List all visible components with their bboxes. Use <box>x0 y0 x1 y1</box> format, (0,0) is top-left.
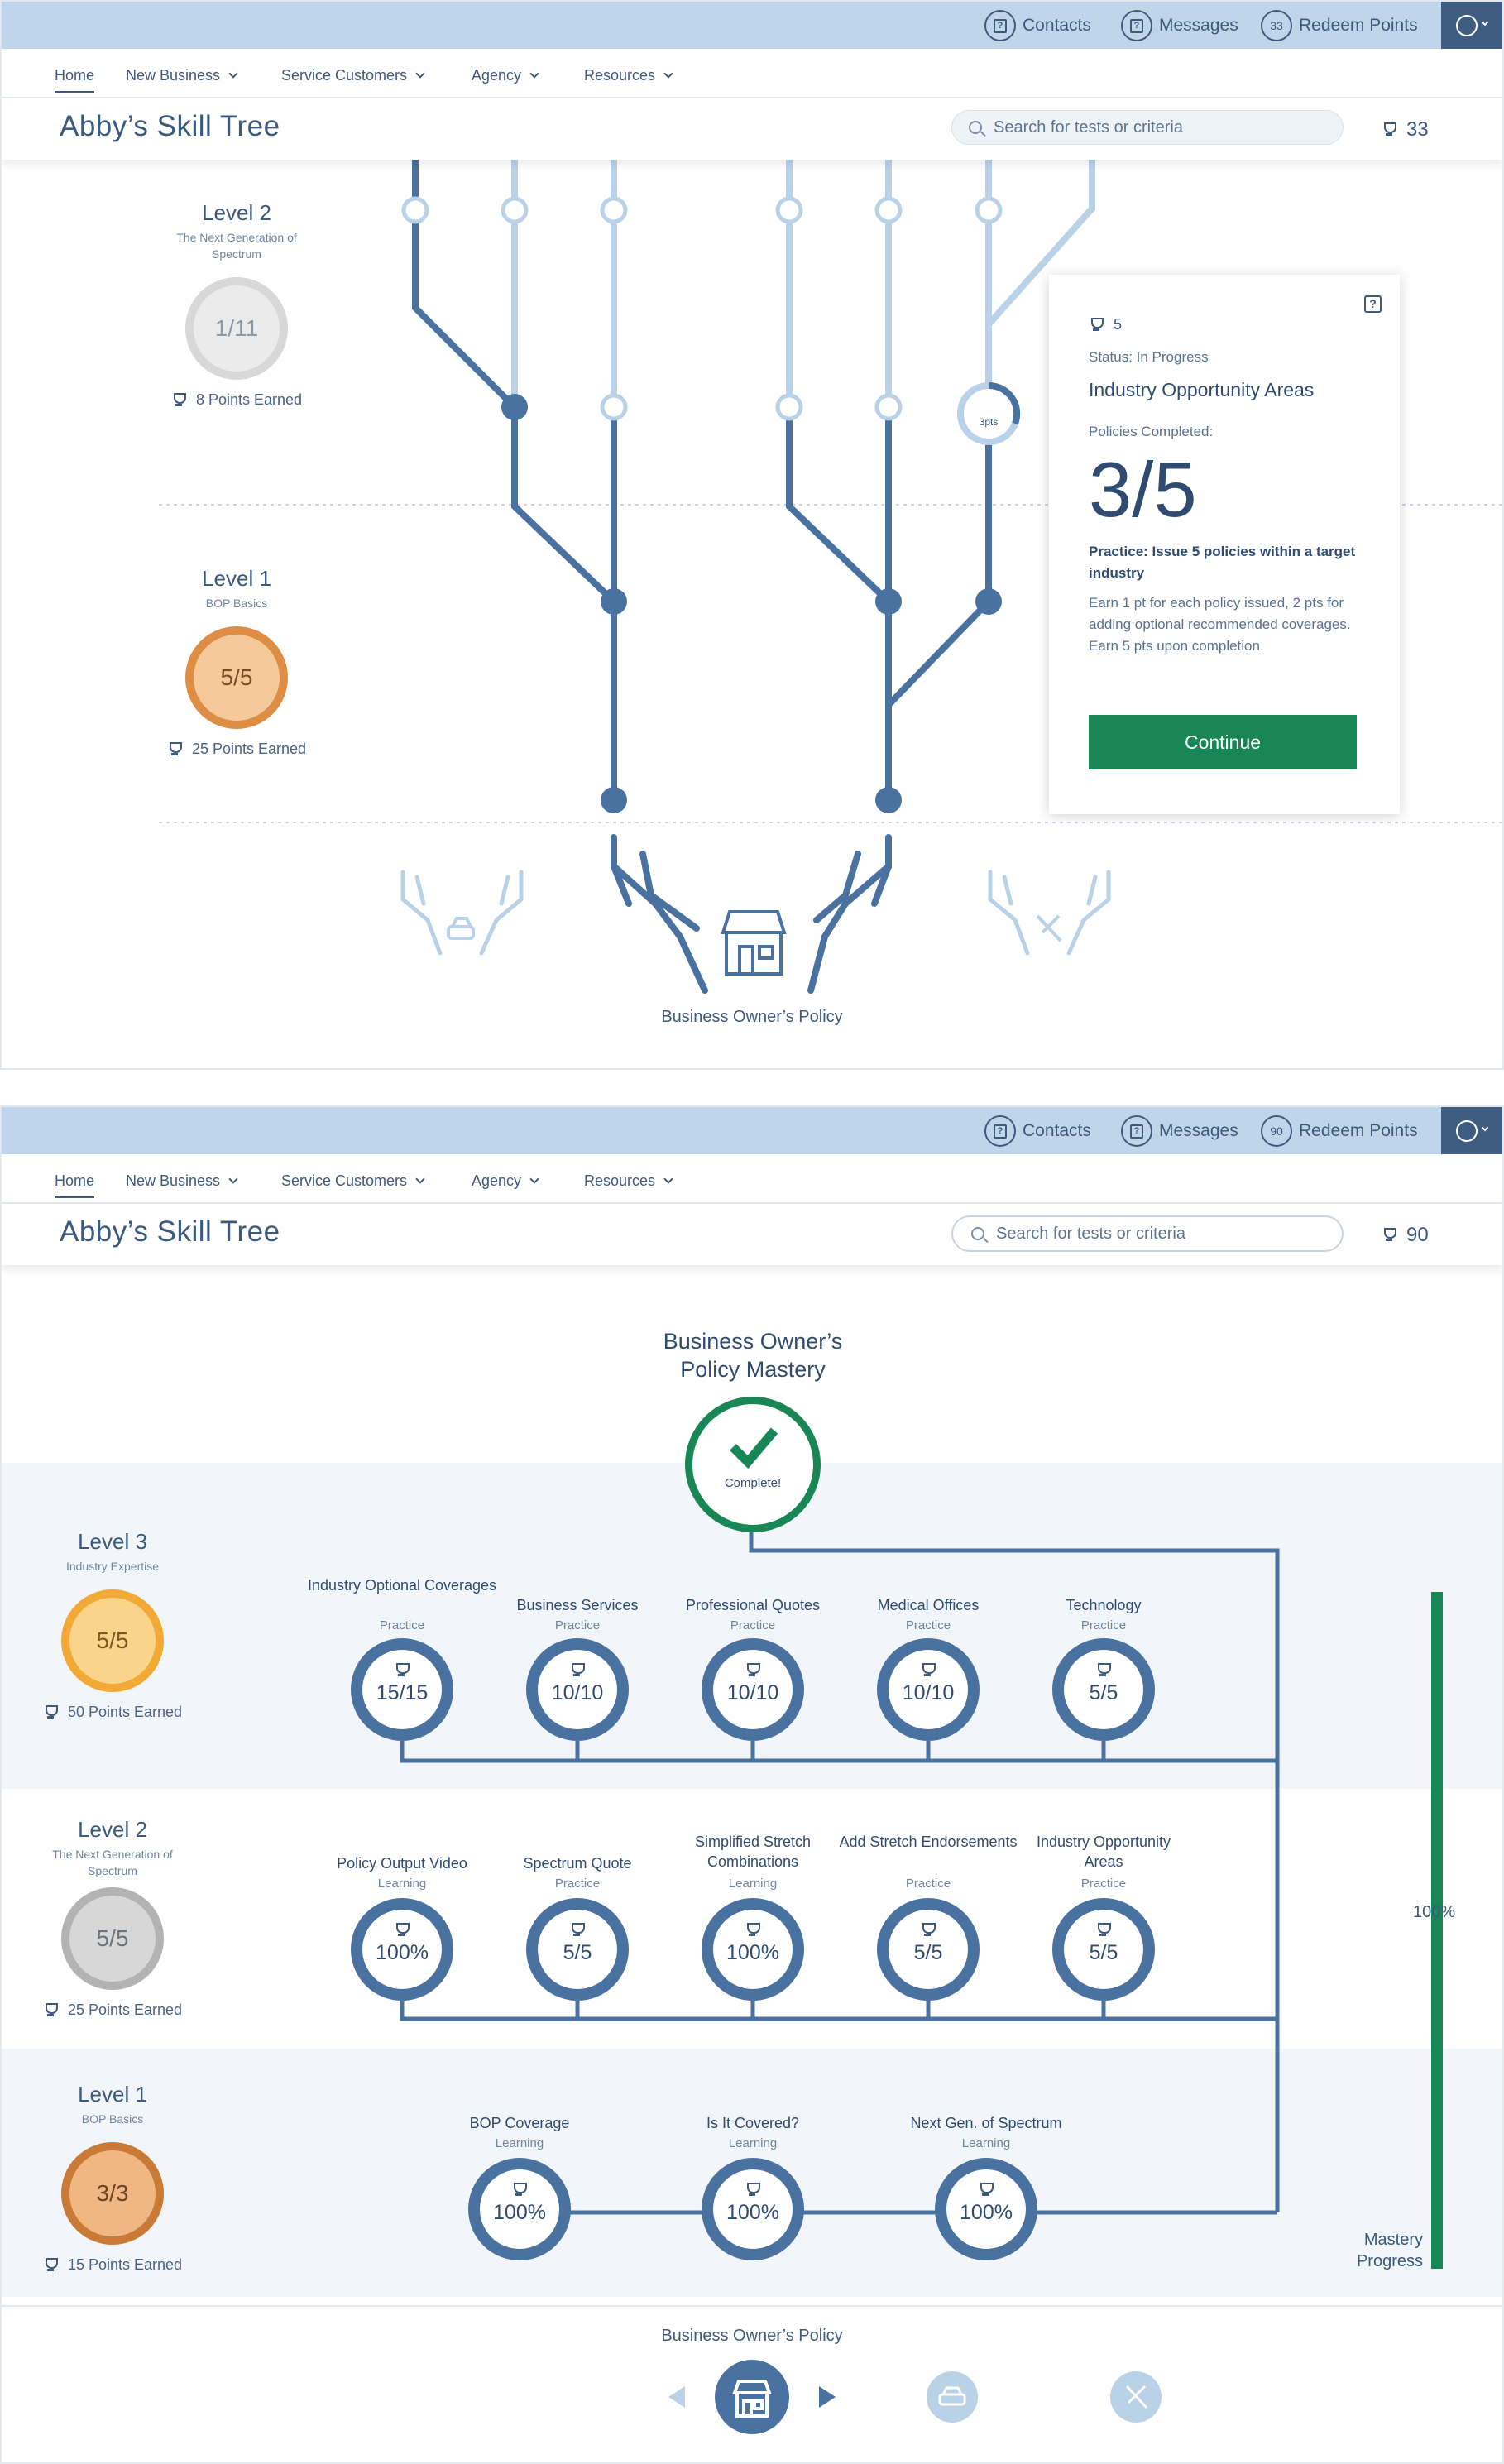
page-header: Abby’s Skill Tree Search for tests or cr… <box>2 1204 1502 1265</box>
trophy-icon <box>1095 1663 1112 1678</box>
popup-points-value: 5 <box>1114 316 1123 333</box>
trophy-icon <box>569 1663 586 1678</box>
node-value: 100% <box>726 2201 779 2224</box>
skill-node[interactable]: 100% <box>351 1898 453 2001</box>
skill-node[interactable]: 100% <box>935 2158 1037 2260</box>
skill-node[interactable]: 10/10 <box>877 1638 980 1741</box>
search-placeholder: Search for tests or criteria <box>996 1224 1185 1243</box>
search-input[interactable]: Search for tests or criteria <box>951 110 1344 145</box>
popup-practice: Practice: Issue 5 policies within a targ… <box>1089 544 1356 581</box>
complete-label: Complete! <box>724 1476 782 1490</box>
search-icon <box>971 1227 984 1240</box>
trophy-icon <box>920 1923 936 1938</box>
skill-node[interactable]: 100% <box>468 2158 571 2260</box>
skill-tree-screen-2: ? Contacts ? Messages 90 Redeem Points H… <box>0 1105 1504 2464</box>
trophy-icon <box>1095 1923 1112 1938</box>
search-input[interactable]: Search for tests or criteria <box>951 1215 1344 1252</box>
node-badge: 3pts <box>980 416 999 428</box>
points-total: 33 <box>1382 118 1429 141</box>
search-placeholder: Search for tests or criteria <box>994 117 1183 137</box>
node-value: 100% <box>493 2201 546 2224</box>
trophy-icon <box>978 2183 994 2198</box>
tree-node <box>401 196 429 224</box>
trophy-icon <box>1382 122 1396 137</box>
node-value: 15/15 <box>376 1681 429 1704</box>
skill-node[interactable]: 5/5 <box>526 1898 629 2001</box>
popup-description: Earn 1 pt for each policy issued, 2 pts … <box>1089 595 1351 654</box>
node-value: 100% <box>960 2201 1013 2224</box>
node-value: 100% <box>726 1941 779 1964</box>
node-value: 100% <box>376 1941 429 1964</box>
popup-label: Policies Completed: <box>1089 424 1214 439</box>
trophy-icon <box>394 1923 410 1938</box>
node-value: 5/5 <box>913 1941 943 1964</box>
page-header: Abby’s Skill Tree Search for tests or cr… <box>2 98 1502 160</box>
skill-node[interactable]: 10/10 <box>702 1638 804 1741</box>
skill-node[interactable]: 15/15 <box>351 1638 453 1741</box>
trophy-icon <box>745 1923 761 1938</box>
page-title: Abby’s Skill Tree <box>60 110 280 142</box>
car-icon <box>447 917 475 940</box>
checkmark-icon <box>730 1427 778 1469</box>
trophy-icon <box>745 2183 761 2198</box>
skill-node[interactable]: 5/5 <box>1052 1898 1155 2001</box>
skill-node[interactable]: 5/5 <box>1052 1638 1155 1741</box>
help-icon[interactable]: ? <box>1364 295 1382 313</box>
popup-points: 5 <box>1089 316 1122 333</box>
skill-node[interactable]: 5/5 <box>877 1898 980 2001</box>
popup-fraction: 3/5 <box>1089 446 1197 533</box>
continue-button[interactable]: Continue <box>1089 715 1357 769</box>
skill-tree-screen-1: ? Contacts ? Messages 33 Redeem Points H… <box>0 0 1504 1070</box>
node-value: 10/10 <box>902 1681 955 1704</box>
tools-icon <box>1036 914 1062 942</box>
trophy-icon <box>511 2183 528 2198</box>
node-value: 5/5 <box>563 1941 592 1964</box>
points-total: 90 <box>1382 1224 1429 1247</box>
trophy-icon <box>920 1663 936 1678</box>
trophy-icon <box>569 1923 586 1938</box>
storefront-icon <box>721 910 787 976</box>
search-icon <box>969 121 982 134</box>
skill-node[interactable]: 10/10 <box>526 1638 629 1741</box>
popup-status: Status: In Progress <box>1089 349 1209 365</box>
skill-node[interactable]: 100% <box>702 1898 804 2001</box>
node-detail-popup: ? 5 Status: In Progress Industry Opportu… <box>1049 275 1400 814</box>
page-title: Abby’s Skill Tree <box>60 1215 280 1248</box>
points-value: 33 <box>1406 118 1429 141</box>
node-value: 5/5 <box>1089 1941 1118 1964</box>
trophy-icon <box>745 1663 761 1678</box>
node-value: 10/10 <box>726 1681 779 1704</box>
points-value: 90 <box>1406 1224 1429 1246</box>
mastery-complete-badge: Complete! <box>685 1397 821 1532</box>
node-value: 10/10 <box>551 1681 604 1704</box>
trophy-icon <box>394 1663 410 1678</box>
node-value: 5/5 <box>1089 1681 1118 1704</box>
trophy-icon <box>1089 317 1104 333</box>
popup-title: Industry Opportunity Areas <box>1089 379 1315 400</box>
skill-node[interactable]: 100% <box>702 2158 804 2260</box>
trophy-icon <box>1382 1228 1396 1243</box>
